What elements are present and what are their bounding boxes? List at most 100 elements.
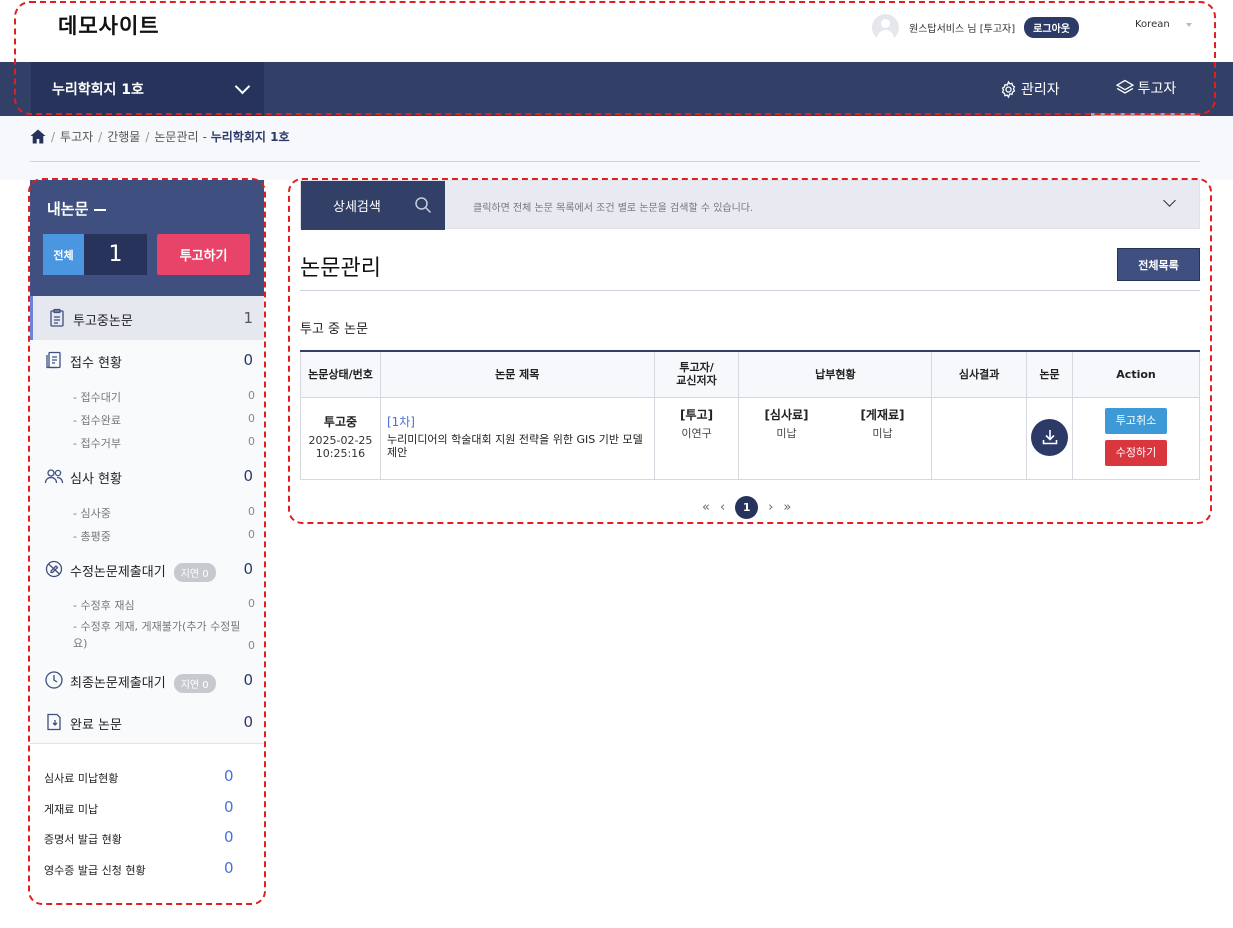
nav-admin[interactable]: 관리자 bbox=[999, 62, 1060, 116]
page-next[interactable]: › bbox=[768, 500, 773, 515]
users-icon bbox=[44, 469, 64, 484]
sidebar-item-count: 0 bbox=[243, 713, 253, 731]
clock-icon bbox=[45, 671, 63, 689]
language-value: Korean bbox=[1135, 19, 1170, 30]
total-count: 1 bbox=[108, 242, 123, 267]
sidebar-item-count: 0 bbox=[243, 467, 253, 485]
sidebar-item-completed[interactable]: 완료 논문 0 bbox=[30, 700, 264, 744]
delay-badge: 지연 0 bbox=[173, 563, 216, 582]
sidebar-title: 내논문 bbox=[47, 198, 106, 219]
journal-select[interactable]: 누리학회지 1호 bbox=[31, 62, 264, 116]
clipboard-icon bbox=[50, 308, 64, 327]
search-hint: 클릭하면 전체 논문 목록에서 조건 별로 논문을 검색할 수 있습니다. bbox=[473, 203, 754, 214]
cancel-submission-button[interactable]: 투고취소 bbox=[1105, 407, 1168, 434]
review-fee-status: [심사료] 미납 bbox=[764, 407, 809, 440]
sidebar-divider bbox=[30, 743, 264, 744]
page-title: 논문관리 bbox=[300, 256, 381, 281]
breadcrumb-dash: - bbox=[202, 129, 211, 144]
total-label: 전체 bbox=[43, 234, 84, 275]
col-paper: 논문 bbox=[1026, 350, 1074, 398]
breadcrumb-item[interactable]: 논문관리 bbox=[154, 128, 198, 145]
col-status: 논문상태/번호 bbox=[300, 350, 381, 398]
author-role: [투고] bbox=[680, 407, 714, 422]
row-payment-cell: [심사료] 미납 [게재료] 미납 bbox=[738, 396, 933, 480]
sidebar-item-count: 0 bbox=[243, 560, 253, 578]
search-icon bbox=[415, 197, 432, 214]
layers-icon bbox=[1115, 79, 1134, 94]
page-first[interactable]: « bbox=[702, 500, 710, 515]
nav-admin-label: 관리자 bbox=[1021, 82, 1060, 98]
breadcrumb: / 투고자 / 간행물 / 논문관리 - 누리학회지 1호 bbox=[30, 128, 290, 145]
total-papers[interactable]: 전체 1 bbox=[43, 234, 147, 275]
sidebar-item-count: 1 bbox=[243, 309, 253, 327]
sidebar-item-label: 수정논문제출대기 지연 0 bbox=[70, 561, 216, 582]
table-header-row: 논문상태/번호 논문 제목 투고자/교신저자 납부현황 심사결과 논문 Acti… bbox=[300, 350, 1200, 398]
sidebar-item-submitting[interactable]: 투고중논문 1 bbox=[30, 296, 264, 340]
pagination: « ‹ 1 › » bbox=[697, 496, 796, 519]
caret-down-icon bbox=[1185, 22, 1192, 27]
author-name: 이연구 bbox=[681, 426, 712, 440]
nav-author-label: 투고자 bbox=[1137, 80, 1177, 97]
breadcrumb-divider bbox=[30, 161, 1200, 162]
download-button[interactable] bbox=[1031, 418, 1069, 456]
gear-icon bbox=[1001, 80, 1016, 98]
sidebar-menu: 투고중논문 1 접수 현황 0 - 접수대기 0 - 접수완료 0 - 접수거부 0 … bbox=[30, 296, 264, 743]
papers-table: 논문상태/번호 논문 제목 투고자/교신저자 납부현황 심사결과 논문 Acti… bbox=[300, 350, 1200, 480]
page-prev[interactable]: ‹ bbox=[720, 500, 725, 515]
journal-name: 누리학회지 1호 bbox=[52, 82, 144, 98]
col-payment: 납부현황 bbox=[738, 350, 933, 398]
breadcrumb-item[interactable]: 투고자 bbox=[60, 128, 93, 145]
sidebar-item-label: 완료 논문 bbox=[70, 718, 122, 733]
col-author: 투고자/교신저자 bbox=[653, 350, 740, 398]
home-icon[interactable] bbox=[30, 129, 46, 144]
language-select[interactable]: Korean bbox=[1135, 19, 1192, 30]
row-action-cell: 투고취소 수정하기 bbox=[1072, 396, 1200, 480]
download-icon bbox=[1042, 430, 1057, 445]
document-list-icon bbox=[46, 351, 61, 369]
submit-time: 10:25:16 bbox=[315, 446, 366, 460]
logout-button[interactable]: 로그아웃 bbox=[1024, 16, 1079, 38]
top-header: 데모사이트 원스탑서비스 님 [투고자] 로그아웃 Korean bbox=[0, 0, 1233, 62]
no-edit-icon bbox=[45, 560, 63, 578]
document-complete-icon bbox=[47, 713, 61, 731]
breadcrumb-item[interactable]: 간행물 bbox=[107, 128, 140, 145]
col-action: Action bbox=[1072, 350, 1200, 398]
row-status-cell: 투고중 2025-02-25 10:25:16 bbox=[300, 396, 381, 480]
sidebar-item-final-wait[interactable]: 최종논문제출대기 지연 0 0 bbox=[30, 658, 264, 702]
sidebar-item-receipt[interactable]: 접수 현황 0 bbox=[30, 338, 264, 382]
paper-status: 투고중 bbox=[323, 414, 358, 429]
row-title-cell[interactable]: [1차] 누리미디어의 학술대회 지원 전략을 위한 GIS 기반 모델 제안 bbox=[379, 396, 655, 480]
user-avatar-icon bbox=[872, 13, 899, 41]
sidebar-item-label: 최종논문제출대기 지연 0 bbox=[70, 672, 216, 693]
table-row: 투고중 2025-02-25 10:25:16 [1차] 누리미디어의 학술대회 … bbox=[300, 396, 1200, 480]
paper-round: [1차] bbox=[386, 414, 415, 429]
page-last[interactable]: » bbox=[783, 500, 791, 515]
sidebar: 내논문 전체 1 투고하기 투고중논문 1 접수 현황 0 - 접수대기 0 - … bbox=[30, 180, 264, 902]
title-divider bbox=[300, 290, 1200, 291]
submit-date: 2025-02-25 bbox=[308, 433, 373, 447]
sidebar-item-review[interactable]: 심사 현황 0 bbox=[30, 454, 264, 498]
sidebar-item-label: 접수 현황 bbox=[70, 356, 122, 371]
breadcrumb-current: 누리학회지 1호 bbox=[210, 130, 290, 144]
col-result: 심사결과 bbox=[931, 350, 1028, 398]
sidebar-item-revision-wait[interactable]: 수정논문제출대기 지연 0 0 bbox=[30, 547, 264, 591]
user-name: 원스탑서비스 님 [투고자] bbox=[909, 23, 1016, 35]
row-author-cell: [투고] 이연구 bbox=[653, 396, 740, 480]
detailed-search-tab[interactable]: 상세검색 bbox=[301, 181, 445, 230]
page-current[interactable]: 1 bbox=[735, 496, 759, 519]
sidebar-item-count: 0 bbox=[243, 351, 253, 369]
paper-title[interactable]: 누리미디어의 학술대회 지원 전략을 위한 GIS 기반 모델 제안 bbox=[387, 433, 648, 459]
edit-button[interactable]: 수정하기 bbox=[1105, 439, 1168, 466]
chevron-down-icon[interactable] bbox=[1163, 194, 1176, 207]
list-all-button[interactable]: 전체목록 bbox=[1117, 248, 1200, 281]
chevron-down-icon bbox=[234, 78, 251, 95]
breadcrumb-area: / 투고자 / 간행물 / 논문관리 - 누리학회지 1호 bbox=[0, 116, 1233, 180]
submit-paper-button[interactable]: 투고하기 bbox=[157, 234, 250, 275]
user-area: 원스탑서비스 님 [투고자] 로그아웃 bbox=[872, 13, 1079, 41]
nav-author[interactable]: 투고자 bbox=[1091, 62, 1200, 116]
detailed-search-label: 상세검색 bbox=[333, 200, 381, 215]
sidebar-item-label: 투고중논문 bbox=[73, 314, 133, 329]
row-result-cell bbox=[931, 396, 1028, 480]
site-title[interactable]: 데모사이트 bbox=[58, 10, 160, 40]
detailed-search-bar[interactable]: 상세검색 클릭하면 전체 논문 목록에서 조건 별로 논문을 검색할 수 있습니… bbox=[300, 180, 1200, 230]
